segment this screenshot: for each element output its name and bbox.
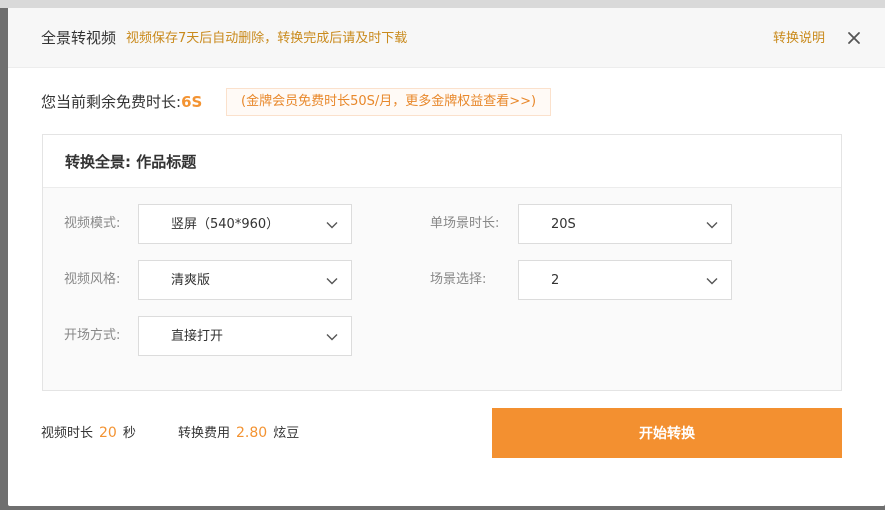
remaining-value: 6S <box>181 93 203 111</box>
video-mode-select[interactable]: 竖屏（540*960） <box>138 204 352 244</box>
dialog-header: 全景转视频 视频保存7天后自动删除，转换完成后请及时下载 转换说明 <box>8 8 885 68</box>
start-conversion-button[interactable]: 开始转换 <box>492 408 842 458</box>
chevron-down-icon <box>326 334 338 341</box>
opening-mode-label: 开场方式: <box>64 328 121 343</box>
remaining-free-duration: 您当前剩余免费时长:6S <box>41 92 202 112</box>
conversion-settings-panel: 转换全景: 作品标题 视频模式: 竖屏（540*960） 视频风格: 清爽版 开… <box>42 134 842 391</box>
video-style-value: 清爽版 <box>171 273 211 288</box>
conversion-cost-value: 2.80 <box>236 425 268 441</box>
chevron-down-icon <box>326 222 338 229</box>
conversion-cost-label: 转换费用 <box>178 426 231 441</box>
scene-duration-select[interactable]: 20S <box>518 204 732 244</box>
video-duration-value: 20 <box>99 425 117 441</box>
video-duration-label: 视频时长 <box>41 426 94 441</box>
gold-member-promo-link[interactable]: (金牌会员免费时长50S/月，更多金牌权益查看>>) <box>226 88 552 116</box>
opening-mode-value: 直接打开 <box>171 329 224 344</box>
video-duration-stat: 视频时长 20 秒 <box>41 424 136 443</box>
video-style-select[interactable]: 清爽版 <box>138 260 352 300</box>
video-duration-unit: 秒 <box>122 426 136 441</box>
panel-title: 转换全景: 作品标题 <box>65 153 197 171</box>
remaining-label: 您当前剩余免费时长: <box>41 93 182 111</box>
close-icon <box>848 32 860 44</box>
video-style-label: 视频风格: <box>64 272 121 287</box>
chevron-down-icon <box>326 278 338 285</box>
convert-video-dialog: 全景转视频 视频保存7天后自动删除，转换完成后请及时下载 转换说明 您当前剩余免… <box>8 8 885 506</box>
video-mode-label: 视频模式: <box>64 216 121 231</box>
scene-select-value: 2 <box>551 273 560 288</box>
opening-mode-select[interactable]: 直接打开 <box>138 316 352 356</box>
scene-duration-value: 20S <box>551 217 576 232</box>
dialog-title: 全景转视频 <box>41 29 117 47</box>
conversion-cost-unit: 炫豆 <box>273 426 300 441</box>
dialog-tip: 视频保存7天后自动删除，转换完成后请及时下载 <box>126 31 408 46</box>
conversion-help-link[interactable]: 转换说明 <box>773 30 825 48</box>
scene-select-label: 场景选择: <box>430 272 487 287</box>
chevron-down-icon <box>706 278 718 285</box>
chevron-down-icon <box>706 222 718 229</box>
panel-header: 转换全景: 作品标题 <box>43 135 841 188</box>
background-page <box>0 0 885 8</box>
scene-select-dropdown[interactable]: 2 <box>518 260 732 300</box>
scene-duration-label: 单场景时长: <box>430 216 500 231</box>
close-button[interactable] <box>844 28 864 48</box>
video-mode-value: 竖屏（540*960） <box>171 217 280 232</box>
conversion-cost-stat: 转换费用 2.80 炫豆 <box>178 424 299 443</box>
